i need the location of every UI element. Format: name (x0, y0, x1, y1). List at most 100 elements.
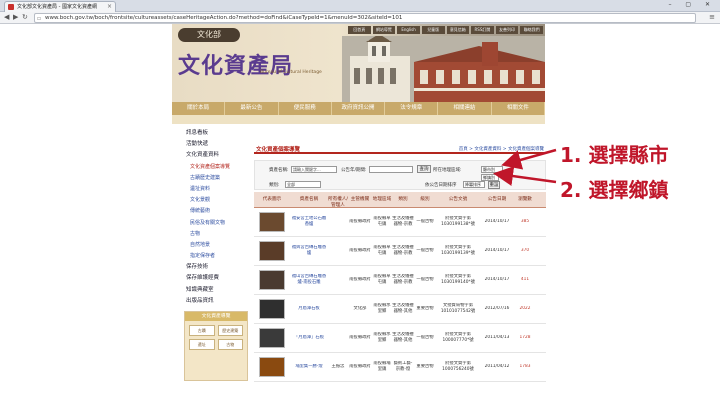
sidebar-item-publications[interactable]: 出版品資訊 (172, 296, 250, 307)
sidebar-item-knowledge[interactable]: 知識典藏室 (172, 285, 250, 296)
row-thumbnail[interactable] (254, 212, 290, 232)
nav-links[interactable]: 相關連結 (438, 102, 492, 115)
row-name[interactable]: 福山宮古磚石雕香爐-南投石雕 (290, 274, 328, 286)
window-controls[interactable]: – ▢ ✕ (668, 1, 716, 8)
table-row[interactable]: 月眉潭石板 文化部 南投縣水里鄉 生活及儀禮器物-其他 重要古物 文授資局物字第10101… (254, 295, 546, 324)
close-tab-icon[interactable]: × (107, 2, 112, 12)
nav-about[interactable]: 關於本局 (172, 102, 226, 115)
row-name[interactable]: 「月眉潭」石板 (290, 335, 328, 341)
reset-button[interactable]: 重設 (488, 181, 500, 189)
row-name[interactable]: 月眉潭石板 (290, 306, 328, 312)
col-doc-no[interactable]: 公告文號 (436, 192, 480, 207)
row-name[interactable]: 埔里集一勝-燈 (290, 364, 328, 370)
sidebar-item-traditional-arts[interactable]: 傳統藝術 (172, 206, 250, 217)
row-type: 生活及儀禮器物-其他 (392, 332, 414, 343)
sidebar-item-antiquities[interactable]: 古物 (172, 229, 250, 240)
col-agency[interactable]: 主管機關 (348, 192, 372, 207)
sidebar-item-funding[interactable]: 保存維護經費 (172, 273, 250, 284)
col-type[interactable]: 類別 (392, 192, 414, 207)
building-illustration (342, 36, 545, 102)
row-name[interactable]: 福安宮土地公石雕香爐 (290, 216, 328, 228)
heritage-photo[interactable] (259, 241, 285, 261)
table-header: 代表圖示 資產名稱 所有權人/管理人 主管機關 地理區域 類別 級別 公告文號 … (254, 192, 546, 208)
heritage-photo[interactable] (259, 328, 285, 348)
table-row[interactable]: 埔里集一勝-燈 王振忠 南投縣政府 南投縣埔里鎮 藝術工藝-宗教-燈 重要古物 府授文資字第… (254, 353, 546, 382)
row-thumbnail[interactable] (254, 270, 290, 290)
keyword-input[interactable]: 請輸入關鍵字... (291, 166, 337, 173)
sidebar-item-news-board[interactable]: 訊息看板 (172, 128, 250, 139)
heritage-photo[interactable] (259, 299, 285, 319)
sidebar-item-preservers[interactable]: 指定保存者 (172, 251, 250, 262)
quick-link-monument[interactable]: 古蹟 (189, 325, 215, 336)
col-views[interactable]: 瀏覽數 (514, 192, 536, 207)
row-name[interactable]: 福興宮古磚石雕香爐 (290, 245, 328, 257)
col-thumbnail[interactable]: 代表圖示 (254, 192, 290, 207)
nav-documents[interactable]: 相關文件 (492, 102, 545, 115)
top-link-rss[interactable]: RSS訂閱 (471, 26, 494, 34)
heritage-photo[interactable] (259, 357, 285, 377)
forward-icon[interactable]: ▶ (13, 13, 18, 21)
row-level: 一般古物 (416, 219, 434, 224)
category-select[interactable]: 全部 (285, 181, 321, 188)
col-name[interactable]: 資產名稱 (290, 192, 328, 207)
sort-select[interactable]: 降冪排序 (463, 181, 485, 188)
search-panel: 資產名稱: 請輸入關鍵字... 公告年/期間: 查詢 所在地理區域: 縣市別 鄉… (254, 160, 546, 190)
table-row[interactable]: 福興宮古磚石雕香爐 南投縣政府 南投縣草屯鎮 生活及儀禮器物-宗教 一般古物 府授文資字第… (254, 237, 546, 266)
county-select[interactable]: 縣市別 (481, 166, 503, 173)
top-link-sitemap[interactable]: 網站導覽 (372, 26, 396, 34)
sidebar-item-sites[interactable]: 遺址資料 (172, 184, 250, 195)
year-input[interactable] (369, 166, 413, 173)
row-thumbnail[interactable] (254, 328, 290, 348)
row-type: 生活及儀禮器物-宗教 (392, 245, 414, 256)
top-link-kids[interactable]: 兒童版 (421, 26, 445, 34)
sidebar-item-techniques[interactable]: 保存技術 (172, 262, 250, 273)
row-thumbnail[interactable] (254, 357, 290, 377)
top-link-contact[interactable]: 聯絡我們 (520, 26, 543, 34)
breadcrumb[interactable]: 首頁 > 文化資產資料 > 文化資產個案導覽 (459, 146, 544, 152)
col-level[interactable]: 級別 (414, 192, 436, 207)
heritage-photo[interactable] (259, 270, 285, 290)
main-nav: 關於本局 最新公告 便民服務 政府資訊公開 法令規章 相關連結 相關文件 (172, 102, 545, 115)
table-row[interactable]: 福山宮古磚石雕香爐-南投石雕 南投縣政府 南投縣草屯鎮 生活及儀禮器物-宗教 一般古物 府… (254, 266, 546, 295)
row-date: 2011/04/13 (484, 335, 510, 340)
query-button[interactable]: 查詢 (417, 165, 431, 173)
heritage-quick-box: 文化資產導覽 古蹟 歷史建築 遺址 古物 (184, 311, 248, 381)
row-region: 南投縣水里鄉 (373, 303, 391, 314)
top-link-feedback[interactable]: 意見信箱 (446, 26, 470, 34)
url-text: www.boch.gov.tw/boch/frontsite/cultureas… (45, 15, 403, 21)
menu-icon[interactable]: ≡ (709, 13, 715, 21)
col-date[interactable]: 公告日期 (480, 192, 514, 207)
row-thumbnail[interactable] (254, 299, 290, 319)
heritage-photo[interactable] (259, 212, 285, 232)
top-link-home[interactable]: 回首頁 (348, 26, 371, 34)
col-owner[interactable]: 所有權人/管理人 (328, 192, 348, 208)
quick-link-historic[interactable]: 歷史建築 (217, 325, 243, 336)
top-links: 回首頁 網站導覽 English 兒童版 意見信箱 RSS訂閱 友善列印 聯絡我… (348, 26, 543, 34)
ministry-logo[interactable]: 文化部 (178, 28, 240, 42)
nav-news[interactable]: 最新公告 (225, 102, 279, 115)
table-row[interactable]: 「月眉潭」石板 南投縣政府 南投縣水里鄉 生活及儀禮器物-其他 一般古物 府授文資字第10… (254, 324, 546, 353)
sidebar-item-case-guide[interactable]: 文化資產個案導覽 (172, 162, 250, 173)
nav-open-info[interactable]: 政府資訊公開 (332, 102, 386, 115)
reload-icon[interactable]: ↻ (22, 13, 28, 21)
row-region: 南投縣水里鄉 (373, 332, 391, 343)
quick-link-site[interactable]: 遺址 (189, 339, 215, 350)
town-select[interactable]: 鄉鎮別 (481, 174, 499, 181)
sidebar-item-natural[interactable]: 自然地景 (172, 240, 250, 251)
table-row[interactable]: 福安宮土地公石雕香爐 南投縣政府 南投縣草屯鎮 生活及儀禮器物-宗教 一般古物 府授文資字… (254, 208, 546, 237)
nav-regulations[interactable]: 法令規章 (385, 102, 439, 115)
sidebar-item-monuments[interactable]: 古蹟歷史建築 (172, 173, 250, 184)
quick-link-antiquity[interactable]: 古物 (217, 339, 243, 350)
top-link-print[interactable]: 友善列印 (495, 26, 519, 34)
url-input[interactable]: ▫ www.boch.gov.tw/boch/frontsite/culture… (34, 13, 696, 23)
sidebar-item-folklore[interactable]: 民俗及有關文物 (172, 218, 250, 229)
top-link-english[interactable]: English (397, 26, 420, 34)
sidebar-item-landscapes[interactable]: 文化景觀 (172, 195, 250, 206)
nav-services[interactable]: 便民服務 (279, 102, 332, 115)
back-icon[interactable]: ◀ (4, 13, 9, 21)
row-thumbnail[interactable] (254, 241, 290, 261)
sidebar-item-heritage-data[interactable]: 文化資產資料 (172, 150, 250, 161)
sidebar-item-events[interactable]: 活動快遞 (172, 139, 250, 150)
col-region[interactable]: 地理區域 (372, 192, 392, 207)
browser-tab[interactable]: 文化部文化資產局 - 國家文化資產網 × (4, 1, 116, 12)
